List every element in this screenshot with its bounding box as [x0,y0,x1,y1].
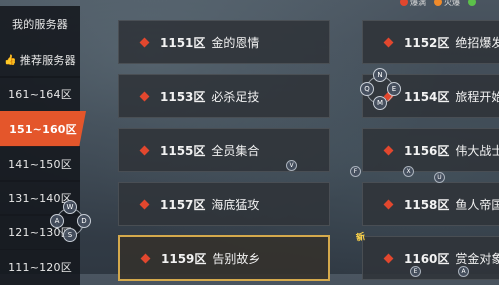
key-w-icon[interactable]: W [63,200,77,214]
server-card-1156[interactable]: 1156区 伟大战士 [362,128,499,172]
sidebar-item-111-120[interactable]: 111~120区 [0,249,80,285]
server-card-1153[interactable]: 1153区 必杀足技 [118,74,330,118]
key-n-icon[interactable]: N [373,68,387,82]
key-a-icon[interactable]: A [50,214,64,228]
key-x-icon[interactable]: X [403,166,414,177]
hot-status-icon [434,0,442,6]
legend-full: 爆满 [400,0,426,8]
server-card-1151[interactable]: 1151区 金的恩情 [118,20,330,64]
thumbs-up-icon: 👍 [4,54,17,66]
full-status-icon [139,145,150,155]
full-status-icon [383,253,394,263]
server-card-1152[interactable]: 1152区 绝招爆发 [362,20,499,64]
sidebar-item-recommended[interactable]: 👍 推荐服务器 [0,42,80,78]
key-overlay-pad-right: N Q E M [358,68,402,112]
sidebar-item-151-160[interactable]: 151~160区 [0,111,86,147]
server-card-1155[interactable]: 1155区 全员集合 [118,128,330,172]
server-card-1160[interactable]: 1160区 赏金对象 [362,236,499,280]
key-q-icon[interactable]: Q [360,82,374,96]
full-status-icon [139,199,150,209]
key-f-icon[interactable]: F [350,166,361,177]
full-status-icon [139,91,150,101]
key-u-icon[interactable]: U [434,172,445,183]
full-status-icon [140,253,151,263]
key-overlay-pad-left: W A D S [48,200,92,244]
status-legend: 爆满 火爆 [400,0,478,7]
key-v-icon[interactable]: V [286,160,297,171]
full-status-icon [400,0,408,6]
server-card-1159[interactable]: 1159区 告别故乡 [118,235,330,281]
key-a2-icon[interactable]: A [458,266,469,277]
full-status-icon [383,37,394,47]
full-status-icon [383,199,394,209]
sidebar-item-my-servers[interactable]: 我的服务器 [0,6,80,42]
key-m-icon[interactable]: M [373,96,387,110]
smooth-status-icon [468,0,476,6]
key-e2-icon[interactable]: E [410,266,421,277]
legend-hot: 火爆 [434,0,460,8]
full-status-icon [139,37,150,47]
legend-smooth [468,0,478,7]
server-card-1158[interactable]: 1158区 鱼人帝国 [362,182,499,226]
key-d-icon[interactable]: D [77,214,91,228]
key-s-icon[interactable]: S [63,228,77,242]
sidebar-item-161-164[interactable]: 161~164区 [0,76,80,112]
sidebar-item-141-150[interactable]: 141~150区 [0,146,80,182]
key-e-icon[interactable]: E [387,82,401,96]
server-card-1157[interactable]: 1157区 海底猛攻 [118,182,330,226]
full-status-icon [383,145,394,155]
